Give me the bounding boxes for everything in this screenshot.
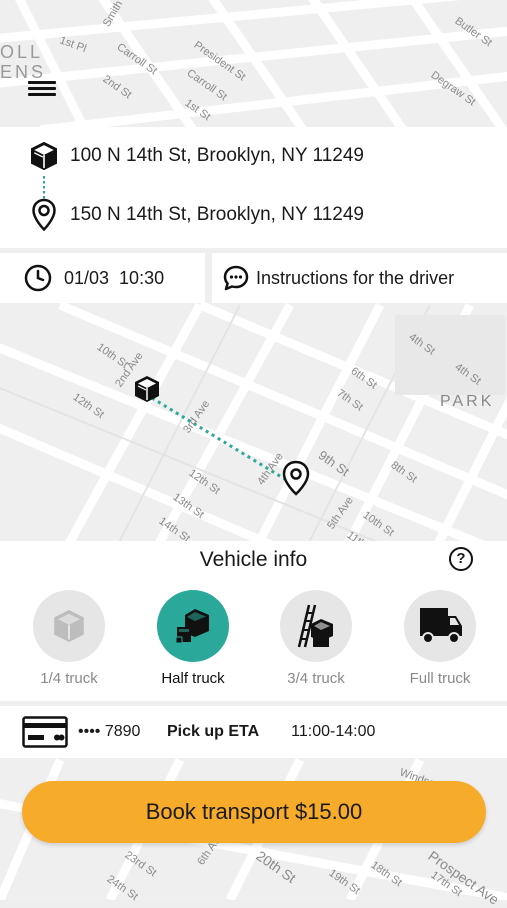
ladder-boxes-icon <box>297 604 333 648</box>
dropoff-address-text: 150 N 14th St, Brooklyn, NY 11249 <box>70 204 364 225</box>
vehicle-option-label: 3/4 truck <box>287 670 345 687</box>
pickup-date: 01/03 <box>64 267 110 288</box>
box-icon <box>54 610 84 642</box>
payment-method-button[interactable]: •••• 7890 <box>22 710 140 754</box>
pickup-time: 10:30 <box>119 267 165 288</box>
vehicle-option-label: Half truck <box>161 670 225 687</box>
instructions-label: Instructions for the driver <box>256 267 455 288</box>
dropoff-address-row[interactable]: 150 N 14th St, Brooklyn, NY 11249 <box>30 198 364 232</box>
vehicle-option-label: Full truck <box>409 670 471 687</box>
help-button[interactable]: ? <box>449 547 473 571</box>
vehicle-option-label: 1/4 truck <box>40 670 98 687</box>
menu-button[interactable] <box>28 78 56 102</box>
vehicle-icon-circle <box>280 590 352 662</box>
eta-value: 11:00-14:00 <box>291 723 376 740</box>
map-label: OLL <box>0 42 44 62</box>
box-icon <box>30 139 58 173</box>
pickup-address-row[interactable]: 100 N 14th St, Brooklyn, NY 11249 <box>30 139 364 173</box>
date-time-selector[interactable]: 01/03 10:30 <box>24 258 164 298</box>
menu-icon-bar <box>28 93 56 96</box>
clock-icon <box>24 264 52 292</box>
book-transport-button[interactable]: Book transport $15.00 <box>22 781 486 843</box>
vehicle-option-quarter-truck[interactable]: 1/4 truck <box>19 590 119 687</box>
vehicle-option-full-truck[interactable]: Full truck <box>390 590 490 687</box>
menu-icon-bar <box>28 81 56 84</box>
credit-card-icon <box>22 716 68 748</box>
vehicle-icon-circle <box>404 590 476 662</box>
menu-icon-bar <box>28 87 56 90</box>
location-pin-icon <box>30 198 58 232</box>
truck-icon <box>420 608 462 644</box>
vehicle-icon-circle <box>33 590 105 662</box>
eta-info: Pick up ETA 11:00-14:00 <box>167 710 375 754</box>
eta-label: Pick up ETA <box>167 723 260 740</box>
vehicle-option-half-truck[interactable]: Half truck <box>143 590 243 687</box>
driver-instructions-button[interactable]: Instructions for the driver <box>222 258 454 298</box>
map-label: PARK <box>440 393 495 410</box>
pickup-address-text: 100 N 14th St, Brooklyn, NY 11249 <box>70 145 364 166</box>
vehicle-info-title: Vehicle info <box>199 548 308 571</box>
vehicle-icon-circle <box>157 590 229 662</box>
card-number: •••• 7890 <box>78 723 141 740</box>
chat-bubble-icon <box>222 264 250 292</box>
vehicle-option-three-quarter-truck[interactable]: 3/4 truck <box>266 590 366 687</box>
boxes-icon <box>175 609 209 644</box>
